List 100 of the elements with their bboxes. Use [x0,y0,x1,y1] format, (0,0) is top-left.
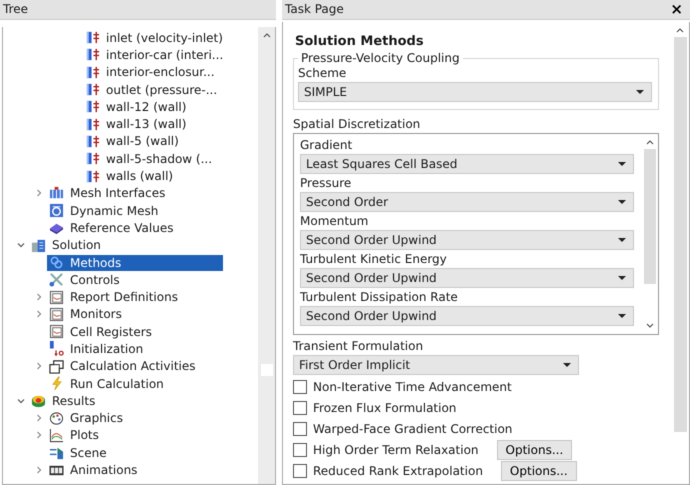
scroll-down-icon[interactable] [646,323,654,328]
scene-icon [49,445,64,460]
tree-item[interactable]: wall-5-shadow (... [83,150,216,167]
mesh-interfaces-icon [49,186,64,201]
link-icon [49,255,64,270]
caret-icon [618,162,626,166]
zone-icon [85,30,100,46]
field-label: Gradient [300,137,354,154]
dropdown[interactable]: Least Squares Cell Based [300,154,634,174]
tree-item[interactable]: Solution [29,237,105,254]
expand-chevron-icon[interactable] [35,310,43,318]
field-label: Transient Formulation [293,338,424,355]
caret-icon [618,314,626,318]
panel-title: Task Page [285,1,344,18]
group-title: Spatial Discretization [293,116,422,133]
tree-item[interactable]: Mesh Interfaces [47,185,170,202]
dropdown[interactable]: Second Order Upwind [300,230,634,250]
tree-item[interactable]: Report Definitions [47,289,182,306]
plot-icon [49,428,64,443]
zone-icon [85,99,100,114]
group-title: Pressure-Velocity Coupling [300,51,461,65]
caret-icon [618,200,626,204]
chart-window-icon [49,324,64,340]
tree-item[interactable]: Scene [47,444,111,461]
scrollbar-thumb[interactable] [644,149,656,284]
dropdown[interactable]: SIMPLE [298,82,652,102]
collapse-chevron-icon[interactable] [17,241,25,250]
checkbox-label: Frozen Flux Formulation [313,400,456,414]
tree-item[interactable]: Run Calculation [47,376,168,392]
zone-icon [85,64,100,80]
caret-icon [618,276,626,280]
tree-item[interactable]: Graphics [47,410,127,426]
checkbox[interactable] [293,464,307,478]
checkbox[interactable] [293,400,307,414]
field-label: Momentum [300,213,370,230]
section-heading: Solution Methods [295,34,425,49]
zone-icon [85,116,100,132]
contour-icon [31,393,46,408]
tree-item[interactable]: Controls [47,272,124,288]
scroll-up-icon[interactable] [262,33,270,38]
field-label: Pressure [300,175,352,192]
checkbox[interactable] [293,380,307,394]
checkbox-label: High Order Term Relaxation [313,442,479,456]
caret-icon [563,363,571,367]
tree-item[interactable]: Initialization [47,340,148,357]
tree-item[interactable]: Plots [47,427,103,444]
expand-chevron-icon[interactable] [35,362,43,370]
collapse-chevron-icon[interactable] [17,396,25,405]
tree-item[interactable]: Calculation Activities [47,358,200,374]
chart-window-icon [49,306,64,322]
solution-icon [31,238,46,253]
zone-icon [85,134,100,149]
dropdown[interactable]: Second Order Upwind [300,306,634,326]
options-button[interactable]: Options... [496,440,572,460]
tools-icon [49,272,64,288]
tree-item[interactable]: wall-12 (wall) [83,98,190,115]
checkbox-label: Warped-Face Gradient Correction [313,422,512,436]
field-label: Turbulent Dissipation Rate [300,289,459,306]
tree-item[interactable]: outlet (pressure-... [83,82,222,98]
zone-icon [85,82,100,98]
expand-chevron-icon[interactable] [35,466,43,474]
options-button[interactable]: Options... [500,460,577,480]
tree-item[interactable]: Dynamic Mesh [47,202,162,219]
panel-title: Tree [0,0,276,20]
tree-item[interactable]: Methods [47,254,223,270]
dropdown[interactable]: First Order Implicit [293,355,579,375]
checkbox[interactable] [293,442,307,456]
field-label: Scheme [298,65,348,82]
dropdown[interactable]: Second Order [300,192,634,212]
tree-item[interactable]: Results [29,392,100,409]
checkbox[interactable] [293,422,307,436]
scroll-up-icon[interactable] [646,140,654,145]
zone-icon [85,168,100,184]
expand-chevron-icon[interactable] [35,431,43,440]
zone-icon [85,151,100,166]
tree-item[interactable]: wall-13 (wall) [83,116,190,132]
zone-icon [85,47,100,62]
expand-chevron-icon[interactable] [35,293,43,302]
field-label: Turbulent Kinetic Energy [300,251,448,268]
close-button[interactable]: × [667,0,686,19]
expand-chevron-icon[interactable] [35,414,43,422]
tree-item[interactable]: Reference Values [47,220,178,236]
initialization-icon [49,341,64,356]
scrollbar[interactable] [258,27,275,484]
tree-item[interactable]: Animations [47,462,142,478]
dropdown[interactable]: Second Order Upwind [300,268,634,288]
tree-item[interactable]: interior-car (interi... [83,46,228,63]
tree-item[interactable]: walls (wall) [83,168,178,184]
tree-item[interactable]: Monitors [47,306,126,322]
caret-icon [636,90,644,94]
tree-item[interactable]: interior-enclosur... [83,64,219,80]
tree-item[interactable]: wall-5 (wall) [83,133,183,150]
scrollbar-thumb[interactable] [674,37,686,432]
palette-icon [49,410,64,426]
scroll-up-icon[interactable] [676,28,684,33]
lightning-icon [49,376,64,392]
tree-item[interactable]: inlet (velocity-inlet) [83,30,227,46]
tree-item[interactable]: Cell Registers [47,324,156,340]
expand-chevron-icon[interactable] [35,189,43,198]
checkbox-label: Non-Iterative Time Advancement [313,380,512,394]
